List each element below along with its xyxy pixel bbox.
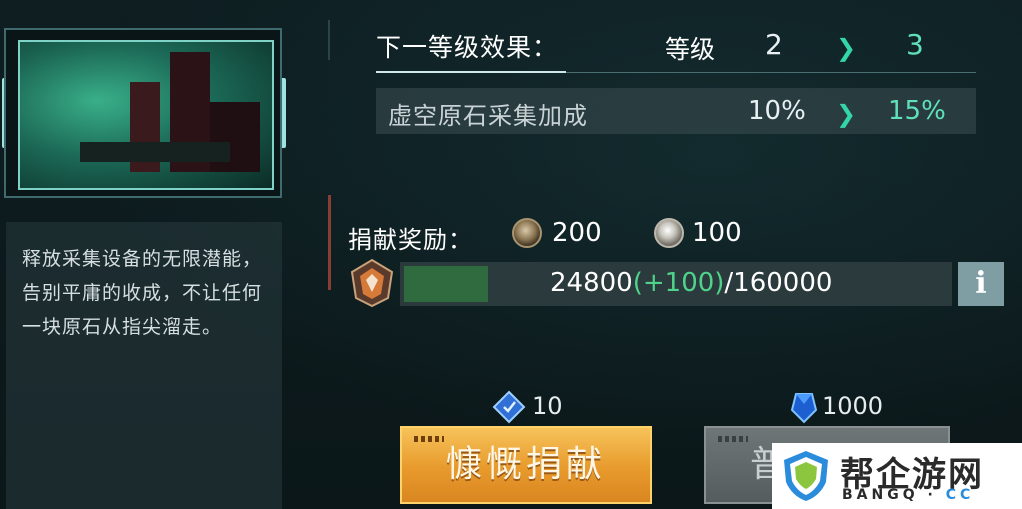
- current-level: 2: [765, 28, 783, 61]
- level-label: 等级: [665, 35, 716, 64]
- generous-donate-button[interactable]: 慷慨捐献: [400, 426, 652, 504]
- progress-total: /160000: [724, 268, 833, 298]
- watermark-en: BANGQ · CC: [842, 487, 974, 503]
- effect-next-value: 15%: [888, 96, 946, 126]
- progress-text: 24800(+100)/160000: [550, 268, 832, 298]
- button-stripe: [414, 436, 444, 442]
- normal-cost: 1000: [822, 392, 884, 420]
- card-image-frame: [4, 28, 282, 198]
- title-underline-highlight: [376, 71, 566, 73]
- progress-fill: [404, 266, 488, 302]
- shield-logo-icon: [784, 451, 828, 501]
- bronze-coin-icon: [512, 218, 542, 248]
- watermark-en-right: CC: [945, 487, 975, 503]
- reward-coin2-value: 100: [692, 218, 742, 248]
- button-stripe: [718, 436, 748, 442]
- reward-coin1-value: 200: [552, 218, 602, 248]
- progress-plus: (+100): [632, 268, 725, 298]
- card-description: 释放采集设备的无限潜能，告别平庸的收成，不让任何一块原石从指尖溜走。: [22, 248, 263, 338]
- chevron-right-icon: ❯: [836, 100, 857, 128]
- blue-ticket-icon: [492, 390, 526, 424]
- info-button[interactable]: i: [958, 262, 1004, 306]
- silver-coin-icon: [654, 218, 684, 248]
- next-level: 3: [906, 28, 924, 61]
- chevron-right-icon: ❯: [836, 34, 857, 62]
- rank-badge-icon: [350, 258, 394, 308]
- generous-cost: 10: [532, 392, 563, 420]
- effect-current-value: 10%: [748, 96, 806, 126]
- divider-top: [328, 20, 330, 60]
- divider-accent: [328, 195, 331, 290]
- generous-donate-label: 慷慨捐献: [445, 444, 606, 485]
- next-level-title: 下一等级效果：: [376, 33, 559, 62]
- reward-label: 捐献奖励：: [348, 226, 473, 254]
- crystal-icon: [790, 393, 818, 424]
- effect-name: 虚空原石采集加成: [388, 102, 588, 130]
- watermark: 帮企游网 BANGQ · CC: [772, 443, 1022, 509]
- watermark-en-left: BANGQ ·: [842, 487, 946, 503]
- progress-current: 24800: [550, 268, 633, 298]
- card-image: [18, 40, 274, 190]
